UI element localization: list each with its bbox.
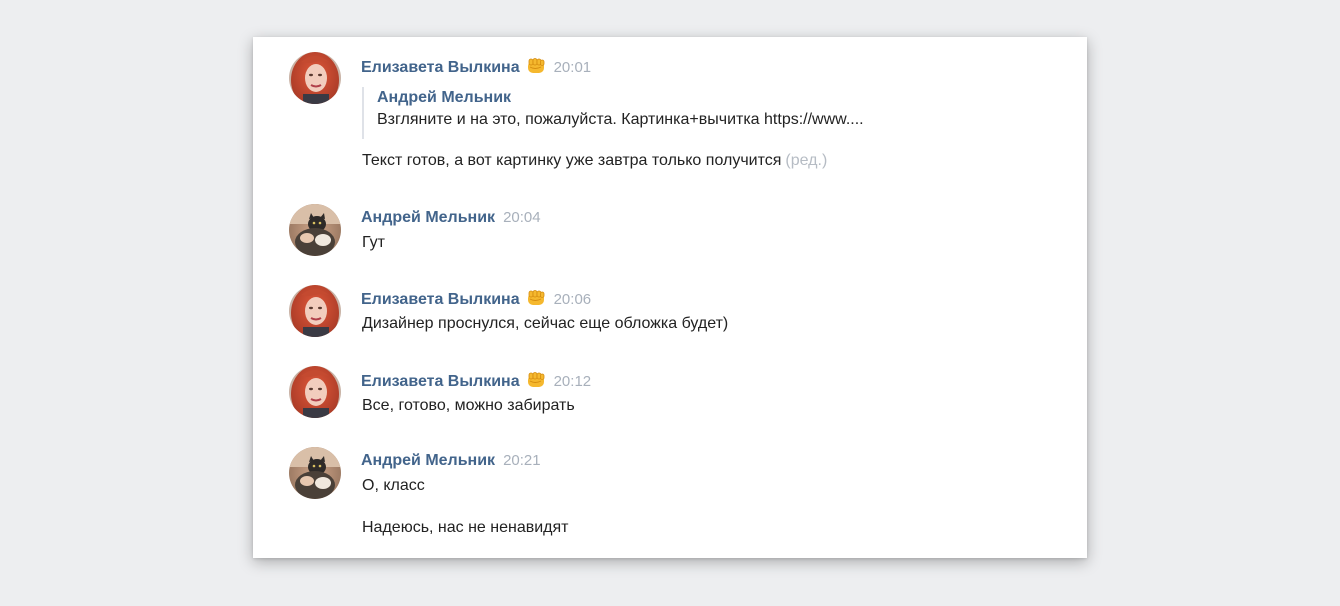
message-time[interactable]: 20:01 xyxy=(554,59,592,76)
message-text: О, класс xyxy=(362,477,425,494)
message-text: Все, готово, можно забирать xyxy=(362,397,575,414)
message-header: Елизавета Вылкина 20:01 xyxy=(361,57,591,77)
fist-emoji-icon xyxy=(526,57,546,75)
quote-text: Взгляните и на это, пожалуйста. Картинка… xyxy=(377,111,864,128)
quote-author[interactable]: Андрей Мельник xyxy=(377,87,864,109)
message-time[interactable]: 20:12 xyxy=(554,373,592,390)
message-time[interactable]: 20:21 xyxy=(503,452,541,469)
message-header: Елизавета Вылкина 20:06 xyxy=(361,289,591,309)
avatar-photo-icon xyxy=(289,204,341,256)
author-name[interactable]: Андрей Мельник xyxy=(361,209,495,226)
author-name[interactable]: Елизавета Вылкина xyxy=(361,373,520,390)
message-text: Надеюсь, нас не ненавидят xyxy=(362,519,569,536)
message-text: Гут xyxy=(362,234,385,251)
avatar[interactable] xyxy=(289,52,341,104)
avatar-photo-icon xyxy=(289,447,341,499)
author-name[interactable]: Елизавета Вылкина xyxy=(361,59,520,76)
author-name[interactable]: Андрей Мельник xyxy=(361,452,495,469)
edited-label: (ред.) xyxy=(785,152,828,169)
message-text: Текст готов, а вот картинку уже завтра т… xyxy=(362,151,827,171)
forwarded-quote[interactable]: Андрей Мельник Взгляните и на это, пожал… xyxy=(362,87,864,139)
avatar-photo-icon xyxy=(289,52,341,104)
avatar[interactable] xyxy=(289,366,341,418)
avatar-photo-icon xyxy=(289,285,341,337)
message-time[interactable]: 20:04 xyxy=(503,209,541,226)
message-text-content: Текст готов, а вот картинку уже завтра т… xyxy=(362,152,782,169)
message-header: Елизавета Вылкина 20:12 xyxy=(361,371,591,391)
fist-emoji-icon xyxy=(526,371,546,389)
avatar-photo-icon xyxy=(289,366,341,418)
message-time[interactable]: 20:06 xyxy=(554,291,592,308)
author-name[interactable]: Елизавета Вылкина xyxy=(361,291,520,308)
message-header: Андрей Мельник 20:21 xyxy=(361,451,541,471)
avatar[interactable] xyxy=(289,204,341,256)
message-text: Дизайнер проснулся, сейчас еще обложка б… xyxy=(362,315,729,332)
avatar[interactable] xyxy=(289,285,341,337)
message-header: Андрей Мельник 20:04 xyxy=(361,208,541,228)
avatar[interactable] xyxy=(289,447,341,499)
dialog-card: Елизавета Вылкина 20:01 Андрей Мельник Вз… xyxy=(253,37,1087,558)
fist-emoji-icon xyxy=(526,289,546,307)
